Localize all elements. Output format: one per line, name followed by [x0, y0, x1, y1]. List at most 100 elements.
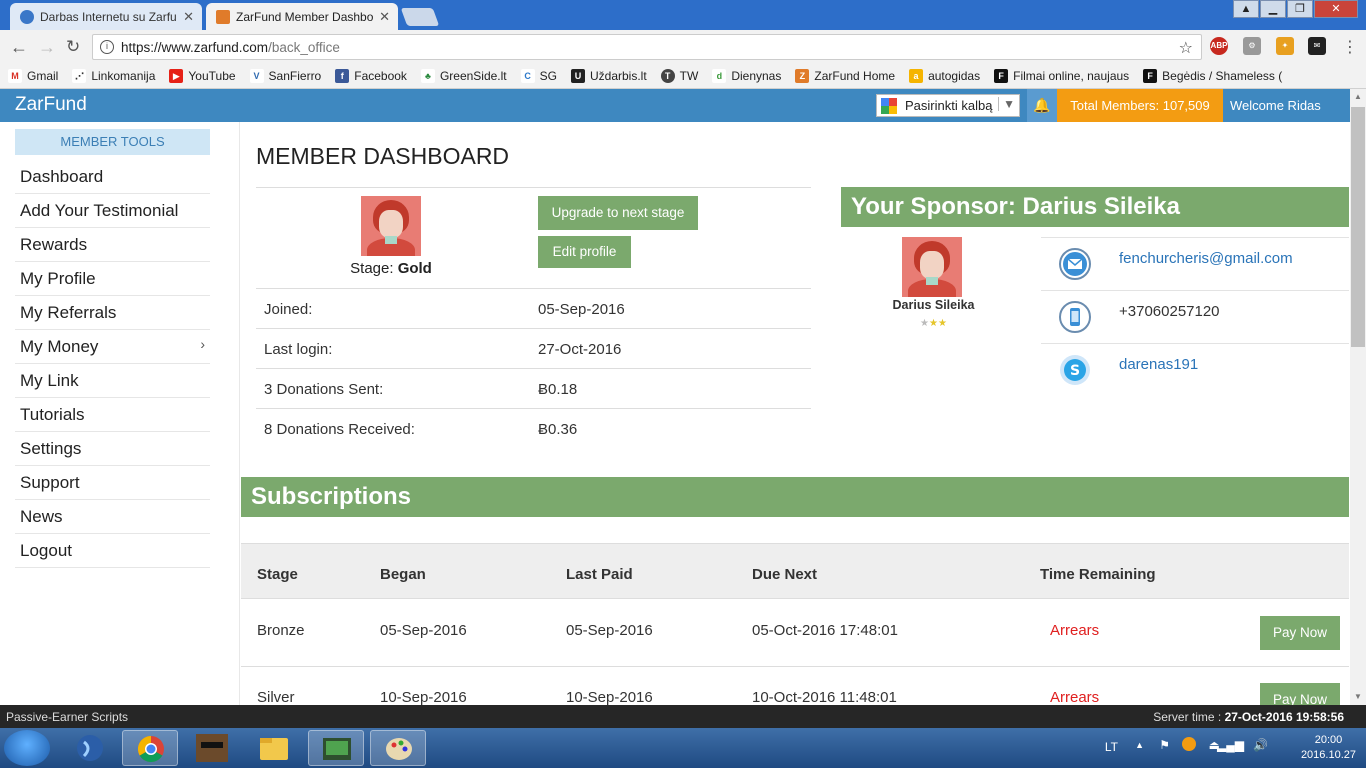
browser-tab-zarfund[interactable]: ZarFund Member Dashbo ✕: [206, 3, 398, 30]
sponsor-email-link[interactable]: fenchurcheris@gmail.com: [1119, 250, 1293, 267]
sponsor-skype-link[interactable]: darenas191: [1119, 356, 1198, 373]
tab-favicon-icon: [216, 10, 230, 24]
sidebar-item-rewards[interactable]: Rewards: [15, 228, 210, 262]
reload-icon[interactable]: ↻: [66, 37, 80, 57]
info-row-donations-sent: 3 Donations Sent: Ƀ0.18: [256, 368, 811, 408]
extension-icon[interactable]: ✦: [1276, 37, 1294, 55]
input-language-indicator[interactable]: LT: [1105, 740, 1118, 754]
welcome-user-link[interactable]: Welcome Ridas: [1230, 98, 1321, 113]
sidebar-item-tutorials[interactable]: Tutorials: [15, 398, 210, 432]
back-arrow-icon[interactable]: ←: [10, 37, 28, 58]
bookmark-item[interactable]: d Dienynas: [712, 69, 781, 83]
extension-icon[interactable]: ⚙: [1243, 37, 1261, 55]
bookmark-item[interactable]: a autogidas: [909, 69, 980, 83]
language-select[interactable]: Pasirinkti kalbą ▼: [876, 94, 1020, 117]
scroll-down-icon[interactable]: ▼: [1350, 689, 1366, 705]
sidebar-item-news[interactable]: News: [15, 500, 210, 534]
bookmark-label: Filmai online, naujaus: [1013, 69, 1130, 83]
taskbar-game-icon[interactable]: [184, 730, 240, 766]
scrollbar-thumb[interactable]: [1351, 107, 1365, 347]
profile-button[interactable]: ▲: [1233, 0, 1259, 18]
bookmark-favicon-icon: d: [712, 69, 727, 83]
subscriptions-heading: Subscriptions: [241, 477, 1349, 517]
bookmark-item[interactable]: ♣ GreenSide.lt: [420, 69, 507, 83]
bookmark-item[interactable]: C SG: [520, 69, 557, 83]
sidebar-item-settings[interactable]: Settings: [15, 432, 210, 466]
bookmark-item[interactable]: M Gmail: [8, 69, 58, 83]
network-signal-icon[interactable]: ▂▄▆: [1217, 738, 1244, 752]
bookmark-item[interactable]: V SanFierro: [249, 69, 322, 83]
flag-icon[interactable]: ⚑: [1159, 738, 1170, 752]
bookmark-label: TW: [679, 69, 699, 83]
bookmark-item[interactable]: F Begėdis / Shameless (: [1143, 69, 1282, 83]
brand-logo[interactable]: ZarFund: [15, 94, 87, 116]
pay-now-button[interactable]: Pay Now: [1260, 683, 1340, 705]
sidebar-item-my-money[interactable]: My Money ›: [15, 330, 210, 364]
star-empty-icon: ★: [920, 318, 930, 329]
browser-tab-darbas[interactable]: Darbas Internetu su Zarfu ✕: [10, 3, 202, 30]
taskbar-chrome-icon[interactable]: [122, 730, 178, 766]
tray-app-icon[interactable]: [1182, 737, 1196, 751]
info-value: Ƀ0.18: [538, 381, 578, 398]
member-avatar: [361, 196, 421, 256]
due-next-cell: 10-Oct-2016 11:48:01: [752, 689, 897, 705]
bookmark-star-icon[interactable]: ☆: [1179, 38, 1193, 58]
taskbar-explorer-icon[interactable]: [246, 730, 302, 766]
pay-now-button[interactable]: Pay Now: [1260, 616, 1340, 650]
sidebar-item-support[interactable]: Support: [15, 466, 210, 500]
bookmark-label: SanFierro: [268, 69, 322, 83]
info-value: Ƀ0.36: [538, 421, 578, 438]
adblock-icon[interactable]: ABP: [1210, 37, 1228, 55]
extension-icon[interactable]: ✉: [1308, 37, 1326, 55]
bookmark-item[interactable]: ⋰ Linkomanija: [72, 69, 155, 83]
taskbar-app-icon[interactable]: [62, 730, 118, 766]
server-time: Server time : 27-Oct-2016 19:58:56: [1153, 710, 1344, 724]
sidebar-item-dashboard[interactable]: Dashboard: [15, 160, 210, 194]
tray-expand-icon[interactable]: ▲: [1135, 740, 1144, 750]
bookmark-item[interactable]: Z ZarFund Home: [795, 69, 895, 83]
info-icon[interactable]: i: [100, 40, 114, 54]
google-translate-icon: [881, 98, 897, 114]
bookmark-favicon-icon: F: [994, 69, 1009, 83]
server-time-label: Server time :: [1153, 710, 1222, 724]
bookmark-item[interactable]: F Filmai online, naujaus: [994, 69, 1129, 83]
stage-value: Gold: [397, 260, 432, 277]
forward-arrow-icon[interactable]: →: [38, 37, 56, 58]
column-header: Last Paid: [566, 566, 633, 583]
bookmark-item[interactable]: T TW: [660, 69, 699, 83]
upgrade-stage-button[interactable]: Upgrade to next stage: [538, 196, 698, 230]
sponsor-avatar: [902, 237, 962, 297]
taskbar-clock[interactable]: 20:00 2016.10.27: [1301, 733, 1356, 763]
maximize-button[interactable]: ❐: [1287, 0, 1313, 18]
total-members-badge: Total Members: 107,509: [1057, 89, 1223, 122]
minimize-button[interactable]: ▁: [1260, 0, 1286, 18]
sidebar-item-my-profile[interactable]: My Profile: [15, 262, 210, 296]
bookmark-label: Facebook: [354, 69, 407, 83]
window-close-button[interactable]: ✕: [1314, 0, 1358, 18]
sidebar-item-my-link[interactable]: My Link: [15, 364, 210, 398]
sidebar-item-my-referrals[interactable]: My Referrals: [15, 296, 210, 330]
windows-start-icon[interactable]: [4, 730, 50, 766]
bookmark-item[interactable]: U Uždarbis.lt: [570, 69, 647, 83]
url-input[interactable]: i https://www.zarfund.com/back_office ☆: [92, 34, 1202, 60]
tab-title: Darbas Internetu su Zarfu: [40, 10, 177, 24]
page-scrollbar[interactable]: ▲ ▼: [1350, 89, 1366, 705]
edit-profile-button[interactable]: Edit profile: [538, 236, 631, 268]
close-tab-icon[interactable]: ✕: [379, 9, 390, 25]
sidebar-item-add-testimonial[interactable]: Add Your Testimonial: [15, 194, 210, 228]
notifications-bell-icon[interactable]: 🔔: [1027, 89, 1057, 122]
page-title: MEMBER DASHBOARD: [256, 143, 510, 169]
new-tab-button[interactable]: [400, 8, 440, 26]
scroll-up-icon[interactable]: ▲: [1350, 89, 1366, 105]
column-header: Stage: [257, 566, 298, 583]
bookmark-item[interactable]: ▶ YouTube: [169, 69, 236, 83]
bookmark-item[interactable]: f Facebook: [335, 69, 407, 83]
sponsor-skype-row: S darenas191: [1041, 343, 1349, 396]
menu-dots-icon[interactable]: ⋮: [1342, 37, 1358, 57]
url-path: /back_office: [268, 40, 340, 55]
taskbar-paint-icon[interactable]: [370, 730, 426, 766]
taskbar-app-icon[interactable]: [308, 730, 364, 766]
close-tab-icon[interactable]: ✕: [183, 9, 194, 25]
volume-icon[interactable]: 🔊: [1253, 738, 1268, 752]
sidebar-item-logout[interactable]: Logout: [15, 534, 210, 568]
